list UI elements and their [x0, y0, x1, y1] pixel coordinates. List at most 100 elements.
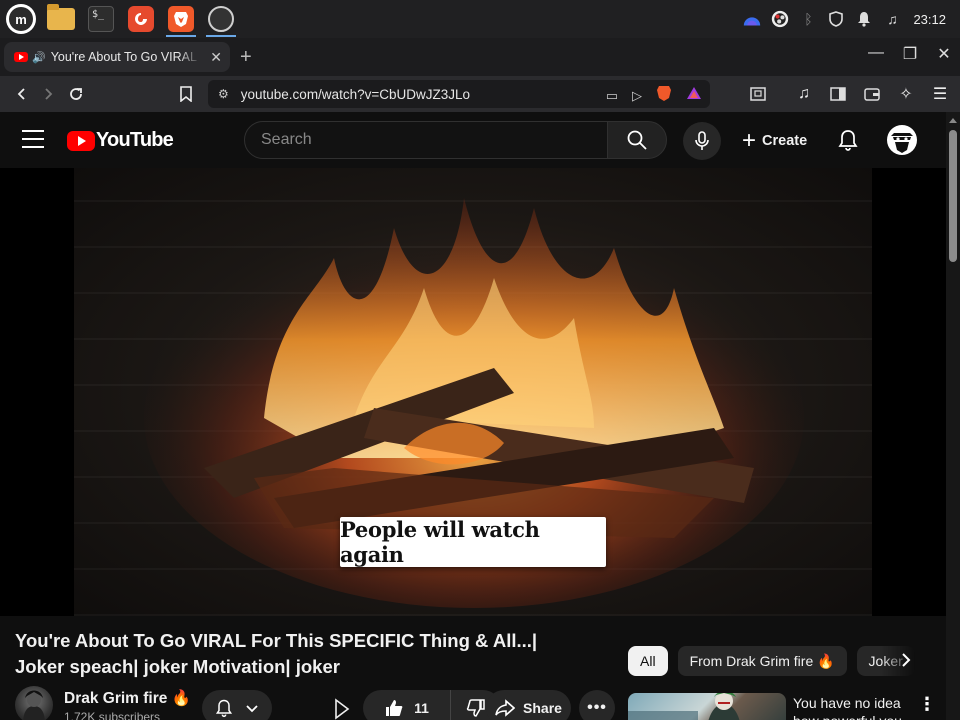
obs-app-button[interactable] — [204, 1, 238, 37]
brave-shields-icon[interactable] — [656, 84, 672, 107]
subscriber-count: 1.72K subscribers — [64, 710, 161, 720]
channel-avatar[interactable] — [15, 686, 53, 720]
terminal-app-button[interactable]: $_ — [84, 1, 118, 37]
bell-icon — [215, 699, 233, 718]
youtube-favicon-icon — [14, 52, 28, 62]
menu-button[interactable]: ☰ — [928, 80, 952, 108]
sidebar-icon — [830, 87, 846, 101]
chevron-right-icon[interactable] — [900, 652, 912, 673]
window-close-icon[interactable]: ✕ — [936, 44, 952, 64]
chip-all[interactable]: All — [628, 646, 668, 676]
sidebar-toggle-button[interactable] — [826, 80, 850, 108]
restore-icon[interactable]: ❐ — [902, 44, 918, 64]
more-actions-button[interactable]: ••• — [579, 690, 615, 720]
youtube-play-icon — [67, 130, 95, 151]
video-title: You're About To Go VIRAL For This SPECIF… — [15, 630, 538, 677]
channel-name[interactable]: Drak Grim fire 🔥 — [64, 689, 191, 708]
arrow-left-icon — [17, 88, 25, 100]
recommendation-title[interactable]: You have no idea how powerful you — [793, 694, 905, 720]
wallet-icon — [864, 88, 880, 101]
voice-search-button[interactable] — [683, 122, 721, 160]
notification-bell-icon[interactable] — [855, 10, 873, 28]
back-button[interactable] — [8, 80, 36, 108]
minimize-icon[interactable]: — — [868, 44, 884, 64]
url-text[interactable]: youtube.com/watch?v=CbUDwJZ3JLo — [241, 87, 470, 102]
youtube-logo[interactable]: YouTube — [67, 129, 174, 152]
chevron-down-icon — [246, 705, 258, 713]
brave-rewards-icon[interactable] — [686, 86, 702, 105]
youtube-logo-text: YouTube — [96, 129, 174, 151]
tab-youtube-video[interactable]: 🔊 You're About To Go VIRAL For This SPEC… — [4, 42, 230, 72]
search-icon — [627, 130, 647, 150]
cast-icon[interactable]: ▭ — [606, 88, 618, 104]
brave-app-button[interactable] — [164, 1, 198, 37]
search-input[interactable] — [261, 131, 607, 149]
bell-icon — [838, 130, 858, 151]
clock[interactable]: 23:12 — [913, 12, 946, 27]
firefox-app-button[interactable] — [124, 1, 158, 37]
reader-mode-button[interactable] — [746, 80, 770, 108]
vpn-icon[interactable] — [743, 10, 761, 28]
bookmark-button[interactable] — [172, 80, 200, 108]
video-frame[interactable]: People will watch again — [74, 168, 872, 616]
browser-toolbar: ⚙ youtube.com/watch?v=CbUDwJZ3JLo ▭ ▷ ♫ … — [0, 76, 960, 112]
recommendation-chips: All From Drak Grim fire 🔥 Joker — [628, 646, 918, 676]
wallet-button[interactable] — [860, 80, 884, 108]
create-label: Create — [762, 133, 808, 149]
terminal-icon: $_ — [88, 6, 114, 32]
brave-lion-icon — [168, 6, 194, 32]
reload-icon — [70, 88, 82, 100]
channel-row: Drak Grim fire 🔥 1.72K subscribers 11 Sh… — [15, 686, 615, 720]
page-scrollbar[interactable] — [946, 112, 960, 720]
bookmark-icon — [180, 86, 192, 102]
notifications-button[interactable] — [836, 128, 860, 152]
obs-icon — [208, 6, 234, 32]
tab-title: You're About To Go VIRAL For This SPECIF… — [50, 50, 201, 64]
files-app-button[interactable] — [44, 1, 78, 37]
avatar-icon — [887, 125, 917, 155]
bluetooth-icon[interactable]: ᛒ — [799, 10, 817, 28]
media-music-icon[interactable]: ♫ — [883, 10, 901, 28]
thumbs-up-icon — [386, 700, 403, 716]
guide-menu-icon[interactable] — [22, 130, 44, 148]
reload-button[interactable] — [62, 80, 90, 108]
like-count: 11 — [414, 700, 429, 716]
clip-icon — [335, 698, 350, 720]
youtube-masthead: YouTube + Create — [0, 112, 946, 168]
send-icon[interactable]: ▷ — [632, 88, 642, 104]
recommendation-menu-icon[interactable]: ⋮ — [918, 694, 936, 715]
scroll-thumb[interactable] — [949, 130, 957, 262]
obs-tray-icon[interactable] — [771, 10, 789, 28]
video-player[interactable]: People will watch again — [0, 168, 946, 616]
like-dislike-group: 11 — [363, 690, 501, 720]
search-box — [244, 121, 608, 159]
account-avatar[interactable] — [886, 124, 918, 161]
firefox-icon — [128, 6, 154, 32]
chip-from-channel[interactable]: From Drak Grim fire 🔥 — [677, 646, 847, 676]
subscribed-notifications-button[interactable] — [202, 690, 272, 720]
share-label: Share — [523, 700, 562, 716]
new-tab-button[interactable]: + — [240, 46, 252, 69]
share-button[interactable]: Share — [486, 690, 571, 720]
site-settings-icon[interactable]: ⚙ — [218, 87, 229, 101]
scroll-up-icon[interactable] — [949, 118, 957, 123]
forward-button[interactable] — [34, 80, 62, 108]
search-button[interactable] — [607, 121, 667, 159]
mint-menu-button[interactable]: m — [4, 2, 38, 36]
create-button[interactable]: + Create — [736, 124, 813, 158]
shield-icon[interactable] — [827, 10, 845, 28]
tab-close-icon[interactable]: ✕ — [210, 49, 222, 66]
reader-icon — [750, 87, 766, 101]
clip-button[interactable] — [333, 698, 351, 720]
microphone-icon — [695, 131, 709, 150]
music-button[interactable]: ♫ — [792, 80, 816, 108]
browser-tabstrip: 🔊 You're About To Go VIRAL For This SPEC… — [0, 38, 960, 76]
address-bar[interactable]: ⚙ youtube.com/watch?v=CbUDwJZ3JLo ▭ ▷ — [208, 80, 710, 108]
arrow-right-icon — [45, 88, 53, 100]
leo-ai-button[interactable]: ✧ — [894, 80, 918, 108]
recommendation-thumbnail[interactable] — [628, 693, 786, 720]
audio-playing-icon[interactable]: 🔊 — [32, 51, 46, 64]
plus-icon: + — [742, 127, 757, 154]
like-button[interactable]: 11 — [363, 690, 451, 720]
thumbs-down-icon — [466, 699, 485, 717]
